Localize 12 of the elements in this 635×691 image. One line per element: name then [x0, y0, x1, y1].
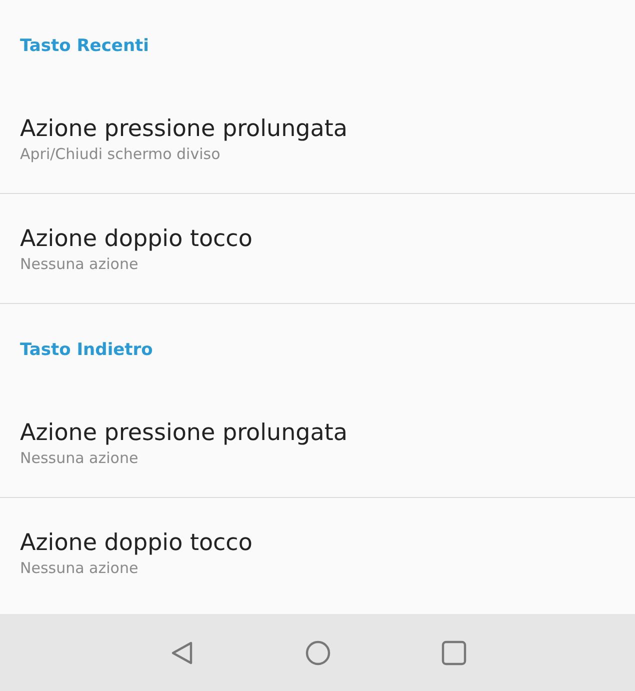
setting-value: Nessuna azione — [20, 254, 138, 274]
home-icon[interactable] — [304, 640, 330, 666]
setting-title[interactable]: Azione doppio tocco — [20, 528, 252, 558]
setting-title[interactable]: Azione pressione prolungata — [20, 418, 348, 448]
setting-title[interactable]: Azione pressione prolungata — [20, 114, 348, 144]
setting-value: Nessuna azione — [20, 558, 138, 578]
setting-value: Nessuna azione — [20, 448, 138, 468]
section-header: Tasto Recenti — [20, 36, 150, 56]
setting-title[interactable]: Azione doppio tocco — [20, 224, 252, 254]
recents-icon[interactable] — [440, 640, 466, 666]
setting-value: Apri/Chiudi schermo diviso — [20, 144, 220, 164]
section-header: Tasto Indietro — [20, 340, 153, 360]
